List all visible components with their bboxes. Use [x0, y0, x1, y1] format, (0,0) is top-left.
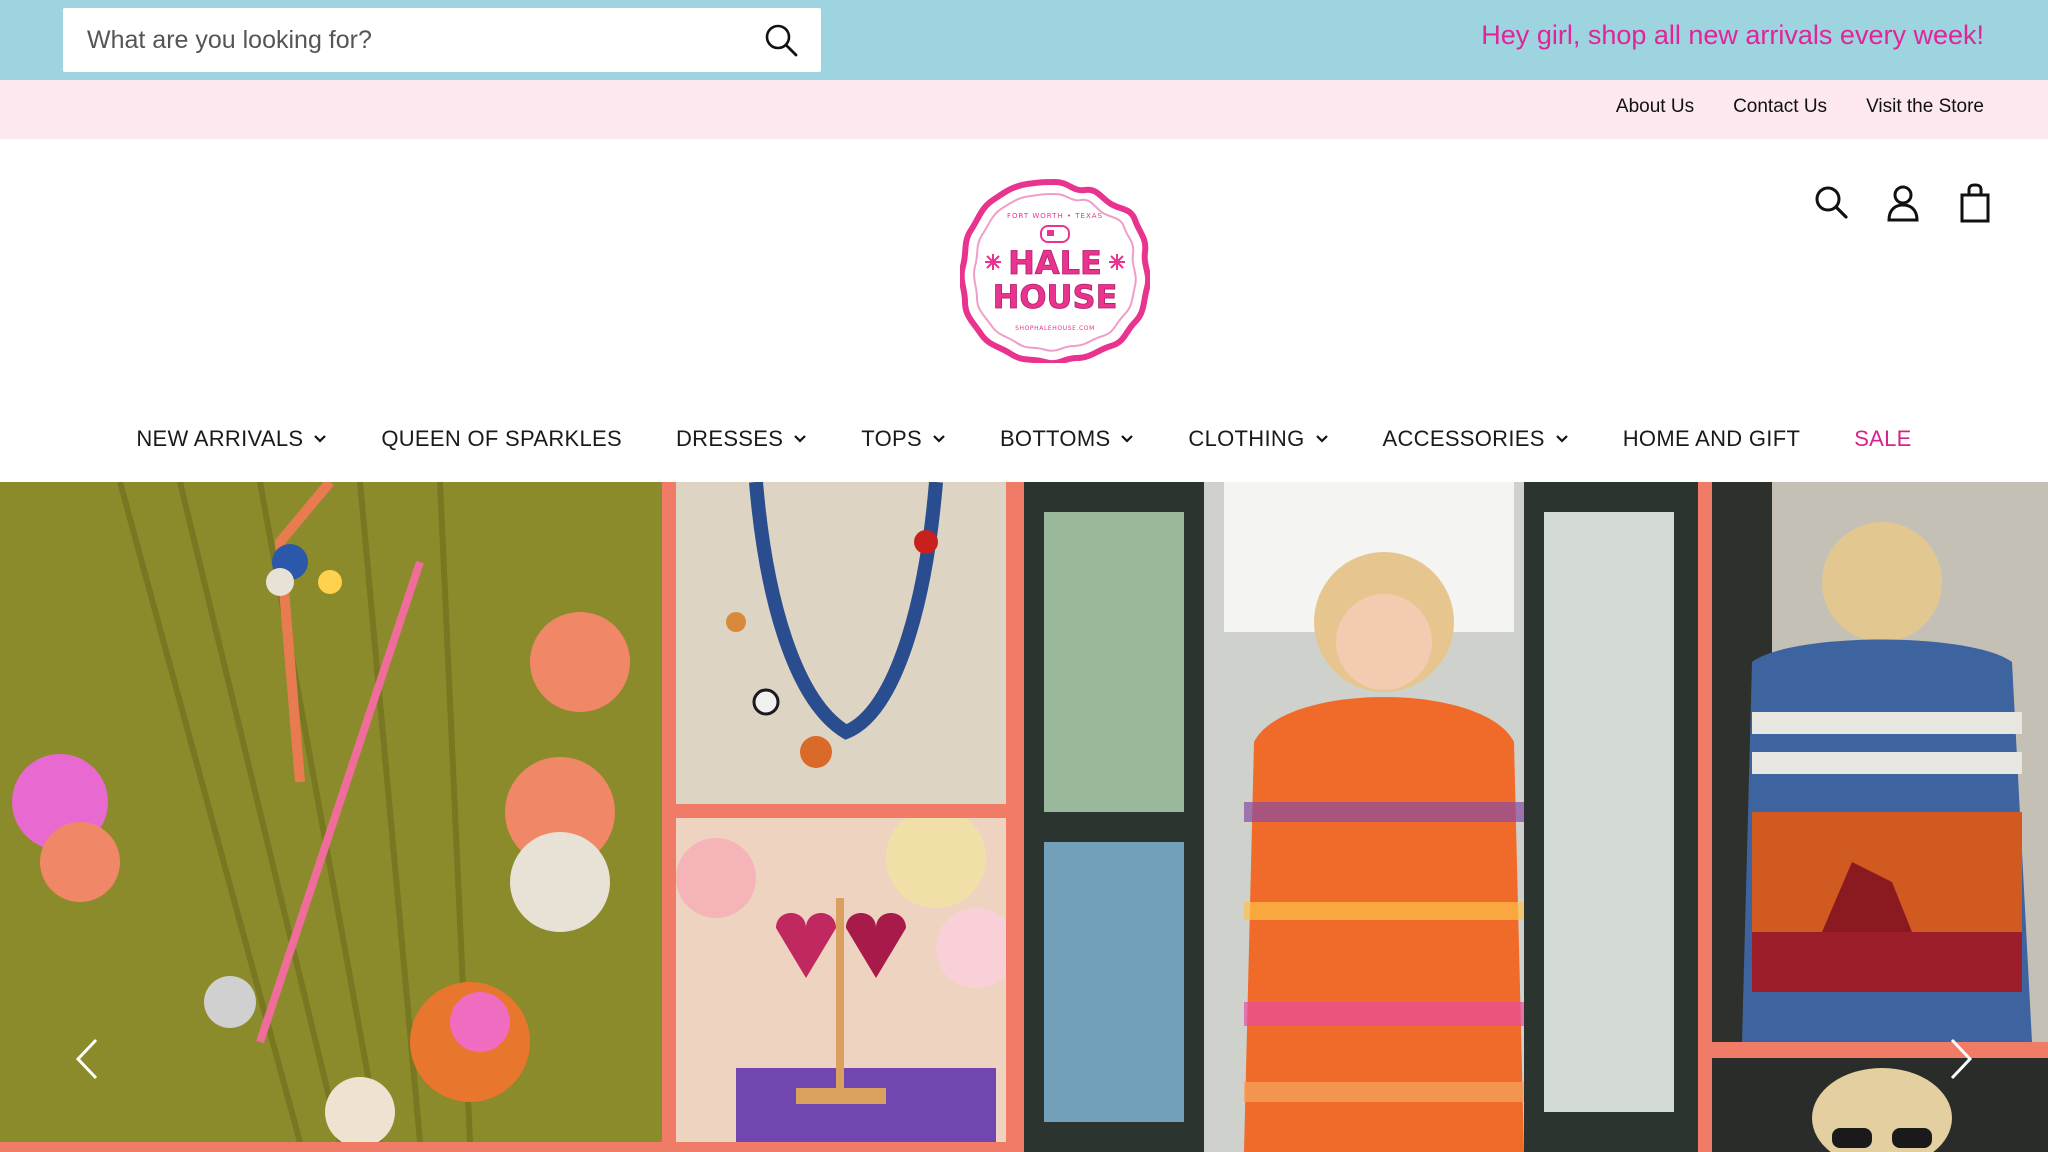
nav-queen-of-sparkles[interactable]: QUEEN OF SPARKLES [381, 426, 622, 452]
nav-label: HOME AND GIFT [1622, 426, 1801, 451]
nav-label: TOPS [861, 426, 922, 451]
account-icon[interactable] [1886, 183, 1920, 223]
nav-tops[interactable]: TOPS [861, 426, 946, 452]
nav-label: QUEEN OF SPARKLES [381, 426, 622, 451]
site-header: HALE HOUSE FORT WORTH • TEXAS SHOPHALEHO… [0, 139, 2048, 482]
main-nav: NEW ARRIVALS QUEEN OF SPARKLES DRESSES T… [0, 409, 2048, 469]
nav-label: NEW ARRIVALS [136, 426, 304, 451]
nav-label: SALE [1854, 426, 1912, 451]
logo-arc-bottom: SHOPHALEHOUSE.COM [1015, 325, 1095, 332]
nav-label: ACCESSORIES [1382, 426, 1545, 451]
earrings-illustration [676, 818, 1006, 1142]
announcement-text[interactable]: Hey girl, shop all new arrivals every we… [1481, 20, 1984, 51]
cardigan-illustration [1712, 482, 2048, 1042]
chevron-down-icon [1315, 435, 1328, 443]
hero-image-necklace[interactable] [676, 482, 1006, 804]
nav-clothing[interactable]: CLOTHING [1188, 426, 1328, 452]
hero-image-orange-dress-model[interactable] [1024, 482, 1698, 1152]
logo-name-line2: HOUSE [993, 278, 1118, 316]
search-icon[interactable] [763, 22, 799, 58]
hero-carousel[interactable] [0, 482, 2048, 1152]
nav-label: DRESSES [675, 426, 784, 451]
nav-label: CLOTHING [1188, 426, 1305, 451]
hale-house-logo[interactable]: HALE HOUSE FORT WORTH • TEXAS SHOPHALEHO… [960, 177, 1150, 363]
logo-arc-top: FORT WORTH • TEXAS [1007, 212, 1103, 220]
search-box [63, 8, 821, 72]
chevron-down-icon [933, 435, 945, 443]
about-us-link[interactable]: About Us [1616, 96, 1694, 118]
utility-bar: About Us Contact Us Visit the Store [0, 80, 2048, 139]
nav-label: BOTTOMS [999, 426, 1111, 451]
nav-home-and-gift[interactable]: HOME AND GIFT [1623, 426, 1800, 452]
search-input[interactable] [63, 8, 743, 72]
chevron-down-icon [794, 435, 807, 443]
nav-new-arrivals[interactable]: NEW ARRIVALS [136, 426, 327, 452]
header-icons [1814, 183, 1992, 223]
search-icon[interactable] [1814, 183, 1848, 223]
nav-bottoms[interactable]: BOTTOMS [1000, 426, 1134, 452]
chevron-down-icon [1121, 435, 1134, 443]
nav-accessories[interactable]: ACCESSORIES [1383, 426, 1569, 452]
carousel-prev-arrow-icon[interactable] [68, 1034, 108, 1084]
announcement-bar: Hey girl, shop all new arrivals every we… [0, 0, 2048, 80]
cart-icon[interactable] [1958, 183, 1992, 223]
hero-image-heart-earrings[interactable] [676, 818, 1006, 1142]
model-illustration [1024, 482, 1698, 1152]
hero-image-model-sunglasses[interactable] [1712, 1058, 2048, 1152]
nav-sale[interactable]: SALE [1854, 426, 1911, 452]
necklace-illustration [676, 482, 1006, 804]
contact-us-link[interactable]: Contact Us [1733, 96, 1827, 118]
hero-image-western-cardigan[interactable] [1712, 482, 2048, 1042]
sunglasses-illustration [1712, 1058, 2048, 1152]
visit-store-link[interactable]: Visit the Store [1866, 96, 1984, 118]
logo-name-line1: HALE [1008, 244, 1102, 282]
utility-links: About Us Contact Us Visit the Store [1616, 96, 1984, 118]
chevron-down-icon [1555, 435, 1568, 443]
carousel-next-arrow-icon[interactable] [1940, 1034, 1980, 1084]
nav-dresses[interactable]: DRESSES [676, 426, 807, 452]
chevron-down-icon [314, 435, 327, 443]
